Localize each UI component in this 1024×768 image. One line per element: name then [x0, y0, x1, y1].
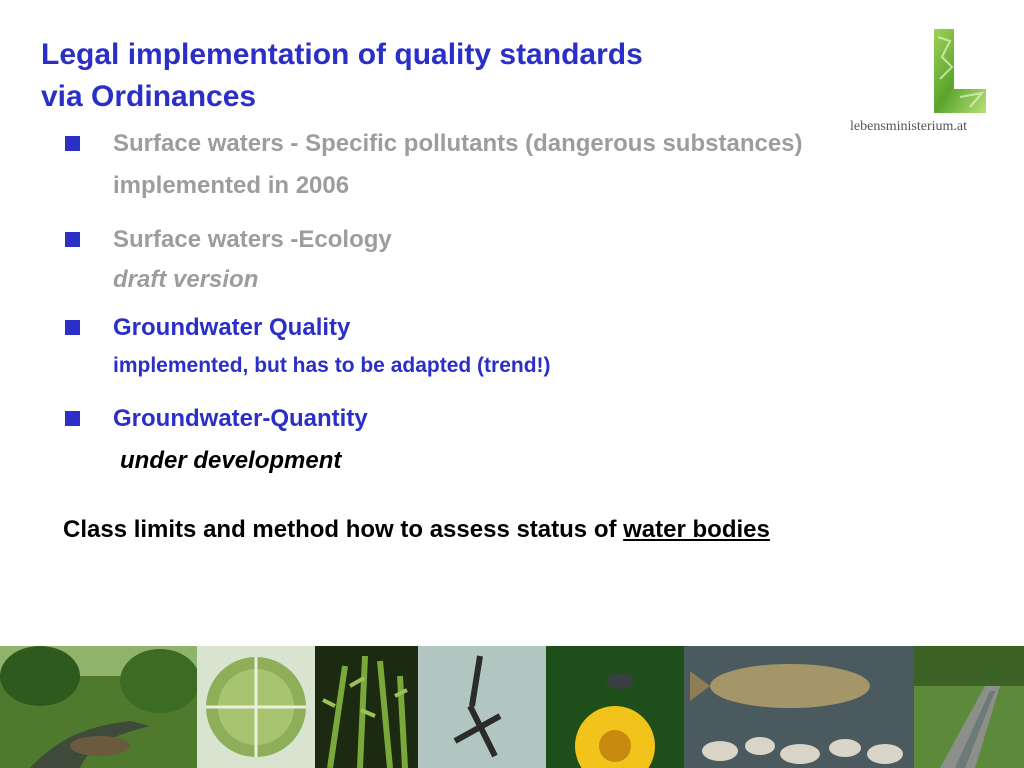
bullet-square-icon	[65, 320, 80, 335]
bullet-sub-text: under development	[120, 447, 342, 474]
lebensministerium-logo-icon	[934, 29, 986, 113]
flower-insect-photo	[546, 646, 684, 768]
photo-strip	[0, 646, 1024, 768]
bullet-sub-text: implemented in 2006	[113, 172, 350, 199]
stream-landscape-photo	[0, 646, 200, 768]
bullet-main-text: Groundwater-Quantity	[113, 405, 368, 432]
bullet-main-text: Surface waters -Ecology	[113, 226, 392, 253]
slide-title: Legal implementation of quality standard…	[41, 34, 643, 118]
bullet-square-icon	[65, 411, 80, 426]
water-plant-photo	[315, 646, 418, 768]
water-bodies-link[interactable]: water bodies	[623, 516, 770, 543]
insect-larvae-photo	[418, 646, 546, 768]
title-line-2: via Ordinances	[41, 80, 257, 113]
bullet-main-text: Groundwater Quality	[113, 314, 351, 341]
bullet-main-text: Surface waters - Specific pollutants (da…	[113, 130, 803, 157]
bullet-sub-text: draft version	[113, 266, 259, 293]
fish-photo	[684, 646, 914, 768]
bullet-sub-text: implemented, but has to be adapted (tren…	[113, 354, 551, 377]
title-line-1: Legal implementation of quality standard…	[41, 38, 643, 71]
conclusion-text: Class limits and method how to assess st…	[63, 516, 770, 544]
channelized-stream-photo	[914, 646, 1024, 768]
bullet-square-icon	[65, 232, 80, 247]
algae-microscope-photo	[197, 646, 315, 768]
conclusion-prefix: Class limits and method how to assess st…	[63, 516, 624, 543]
logo-text: lebensministerium.at	[850, 119, 968, 134]
bullet-square-icon	[65, 136, 80, 151]
